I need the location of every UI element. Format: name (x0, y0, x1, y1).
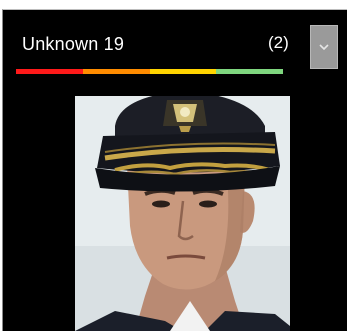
person-name: Unknown 19 (22, 34, 125, 54)
quality-bar-segment (16, 69, 83, 74)
dropdown-button[interactable] (310, 25, 338, 69)
face-thumbnail-image (75, 96, 290, 331)
quality-bar-segment (216, 69, 283, 74)
quality-bar-segment (82, 69, 150, 74)
face-thumbnail[interactable] (75, 96, 290, 331)
photo-count: (2) (268, 33, 289, 52)
chevron-down-icon (319, 44, 329, 51)
quality-bar (16, 69, 283, 74)
quality-bar-segment (149, 69, 217, 74)
